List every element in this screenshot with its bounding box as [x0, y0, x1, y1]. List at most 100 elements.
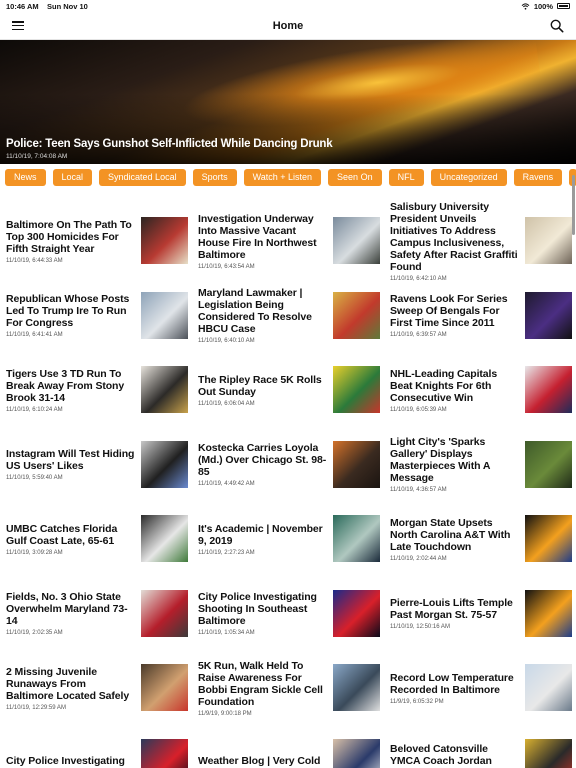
- battery-icon: [557, 3, 570, 9]
- story-title: NHL-Leading Capitals Beat Knights For 6t…: [390, 367, 498, 404]
- story-thumbnail: [141, 291, 188, 339]
- story-item[interactable]: NHL-Leading Capitals Beat Knights For 6t…: [384, 353, 576, 428]
- story-thumbnail: [141, 440, 188, 488]
- story-item[interactable]: Morgan State Upsets North Carolina A&T W…: [384, 502, 576, 577]
- story-item[interactable]: Ravens Look For Series Sweep Of Bengals …: [384, 279, 576, 354]
- story-title: Tigers Use 3 TD Run To Break Away From S…: [6, 367, 125, 404]
- status-date: Sun Nov 10: [47, 1, 88, 11]
- story-title: Record Low Temperature Recorded In Balti…: [390, 671, 514, 696]
- story-date: 11/10/19, 2:27:23 AM: [198, 549, 255, 556]
- category-bar: News Local Syndicated Local Sports Watch + L…: [0, 164, 576, 190]
- story-date: 11/10/19, 6:05:39 AM: [390, 406, 447, 413]
- story-date: 11/10/19, 12:50:16 AM: [390, 624, 450, 631]
- status-bar: 10:46 AM Sun Nov 10 100%: [0, 0, 576, 12]
- story-date: 11/10/19, 4:49:42 AM: [198, 481, 255, 488]
- story-thumbnail: [141, 738, 188, 768]
- category-chip[interactable]: Syndicated Local: [99, 168, 186, 186]
- status-time: 10:46 AM: [6, 1, 39, 11]
- story-title: 2 Missing Juvenile Runaways From Baltimo…: [6, 665, 130, 702]
- story-title: Morgan State Upsets North Carolina A&T W…: [390, 516, 511, 553]
- hamburger-menu-icon[interactable]: [12, 21, 24, 30]
- story-item[interactable]: 2 Missing Juvenile Runaways From Baltimo…: [0, 651, 192, 726]
- hero-date: 11/10/19, 7:04:08 AM: [6, 153, 68, 160]
- story-title: City Police Investigating Shooting In So…: [198, 591, 317, 628]
- story-item[interactable]: Instagram Will Test Hiding US Users' Lik…: [0, 428, 192, 503]
- story-thumbnail: [333, 515, 380, 563]
- story-item[interactable]: Record Low Temperature Recorded In Balti…: [384, 651, 576, 726]
- story-thumbnail: [141, 664, 188, 712]
- story-grid: Baltimore On The Path To Top 300 Homicid…: [0, 200, 576, 768]
- story-item[interactable]: Maryland Lawmaker | Legislation Being Co…: [192, 279, 384, 354]
- story-title: Fields, No. 3 Ohio State Overwhelm Maryl…: [6, 591, 128, 628]
- story-thumbnail: [525, 589, 572, 637]
- search-icon[interactable]: [550, 19, 564, 33]
- story-item[interactable]: Republican Whose Posts Led To Trump Ire …: [0, 279, 192, 354]
- story-title: Instagram Will Test Hiding US Users' Lik…: [6, 448, 135, 473]
- story-item[interactable]: Investigation Underway Into Massive Vaca…: [192, 204, 384, 279]
- story-thumbnail: [525, 366, 572, 414]
- story-item[interactable]: Fields, No. 3 Ohio State Overwhelm Maryl…: [0, 577, 192, 652]
- story-title: Weather Blog | Very Cold: [198, 755, 321, 768]
- story-item[interactable]: It's Academic | November 9, 2019 11/10/19…: [192, 502, 384, 577]
- category-chip[interactable]: Local: [52, 168, 93, 186]
- category-chip[interactable]: NFL: [388, 168, 424, 186]
- story-title: Salisbury University President Unveils I…: [390, 200, 518, 273]
- story-date: 11/10/19, 5:59:40 AM: [6, 475, 63, 482]
- story-title: Light City's 'Sparks Gallery' Displays M…: [390, 436, 490, 485]
- story-title: UMBC Catches Florida Gulf Coast Late, 65…: [6, 522, 118, 547]
- story-title: It's Academic | November 9, 2019: [198, 522, 323, 547]
- category-chip[interactable]: Sports: [192, 168, 237, 186]
- story-title: 5K Run, Walk Held To Raise Awareness For…: [198, 659, 323, 708]
- story-item[interactable]: 5K Run, Walk Held To Raise Awareness For…: [192, 651, 384, 726]
- page-title: Home: [272, 19, 304, 32]
- story-item[interactable]: Tigers Use 3 TD Run To Break Away From S…: [0, 353, 192, 428]
- story-item[interactable]: City Police Investigating Shooting In So…: [192, 577, 384, 652]
- story-thumbnail: [525, 217, 572, 265]
- story-item[interactable]: City Police Investigating: [0, 726, 192, 768]
- story-date: 11/10/19, 6:10:24 AM: [6, 406, 63, 413]
- story-item[interactable]: Salisbury University President Unveils I…: [384, 200, 576, 282]
- wifi-icon: [521, 2, 530, 10]
- story-title: Investigation Underway Into Massive Vaca…: [198, 212, 317, 261]
- story-thumbnail: [333, 664, 380, 712]
- story-item[interactable]: Baltimore On The Path To Top 300 Homicid…: [0, 204, 192, 279]
- story-date: 11/10/19, 2:02:35 AM: [6, 630, 63, 637]
- hero-title: Police: Teen Says Gunshot Self-Inflicted…: [6, 138, 333, 150]
- story-thumbnail: [333, 589, 380, 637]
- story-item[interactable]: The Ripley Race 5K Rolls Out Sunday 11/10…: [192, 353, 384, 428]
- story-date: 11/10/19, 3:09:28 AM: [6, 549, 63, 556]
- story-date: 11/10/19, 6:06:04 AM: [198, 400, 255, 407]
- story-date: 11/10/19, 2:02:44 AM: [390, 555, 447, 562]
- story-thumbnail: [525, 515, 572, 563]
- story-thumbnail: [141, 366, 188, 414]
- story-thumbnail: [525, 738, 572, 768]
- story-thumbnail: [525, 440, 572, 488]
- story-date: 11/10/19, 6:40:10 AM: [198, 338, 255, 345]
- scroll-indicator[interactable]: [572, 175, 575, 235]
- story-date: 11/10/19, 6:39:57 AM: [390, 332, 447, 339]
- story-title: Baltimore On The Path To Top 300 Homicid…: [6, 218, 132, 255]
- category-chip[interactable]: Watch + Listen: [243, 168, 322, 186]
- hero-story[interactable]: Police: Teen Says Gunshot Self-Inflicted…: [0, 40, 576, 164]
- story-date: 11/9/19, 6:05:32 PM: [390, 698, 444, 705]
- category-chip[interactable]: Ravens: [513, 168, 563, 186]
- story-thumbnail: [333, 217, 380, 265]
- story-date: 11/10/19, 6:41:41 AM: [6, 332, 63, 339]
- category-chip[interactable]: News: [5, 168, 46, 186]
- story-title: Maryland Lawmaker | Legislation Being Co…: [198, 287, 312, 336]
- category-chip[interactable]: Seen On: [328, 168, 382, 186]
- story-title: Republican Whose Posts Led To Trump Ire …: [6, 293, 130, 330]
- story-item[interactable]: UMBC Catches Florida Gulf Coast Late, 65…: [0, 502, 192, 577]
- story-thumbnail: [333, 738, 380, 768]
- story-date: 11/10/19, 6:44:33 AM: [6, 257, 63, 264]
- story-title: Ravens Look For Series Sweep Of Bengals …: [390, 293, 508, 330]
- story-item[interactable]: Pierre-Louis Lifts Temple Past Morgan St…: [384, 577, 576, 652]
- story-title: The Ripley Race 5K Rolls Out Sunday: [198, 373, 322, 398]
- story-date: 11/10/19, 4:36:57 AM: [390, 487, 447, 494]
- story-item[interactable]: Weather Blog | Very Cold: [192, 726, 384, 768]
- category-chip[interactable]: Uncategorized: [430, 168, 507, 186]
- story-item[interactable]: Beloved Catonsville YMCA Coach Jordan Ta…: [384, 726, 576, 768]
- story-item[interactable]: Kostecka Carries Loyola (Md.) Over Chica…: [192, 428, 384, 503]
- story-title: Kostecka Carries Loyola (Md.) Over Chica…: [198, 442, 327, 479]
- story-item[interactable]: Light City's 'Sparks Gallery' Displays M…: [384, 428, 576, 503]
